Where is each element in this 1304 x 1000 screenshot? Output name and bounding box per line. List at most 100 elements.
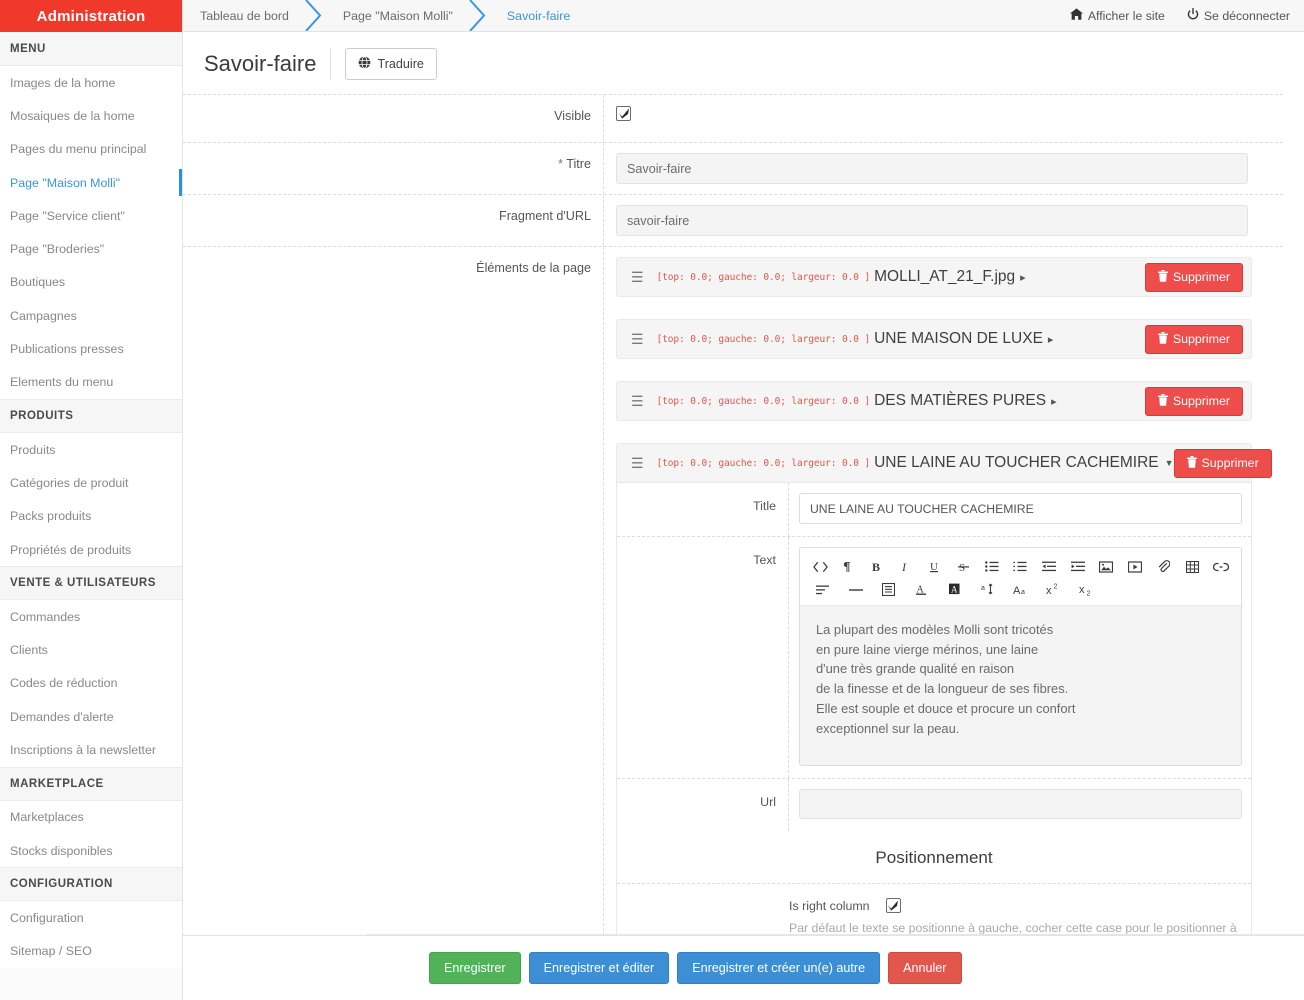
title-label: * Titre: [382, 143, 604, 194]
url-input[interactable]: savoir-faire: [616, 205, 1248, 236]
sidebar-item-propri-t-s-de-produits[interactable]: Propriétés de produits: [0, 532, 182, 567]
video-icon[interactable]: [1121, 555, 1150, 578]
subscript-icon[interactable]: x2: [1070, 578, 1103, 601]
chevron-right-icon[interactable]: ▸: [1020, 271, 1026, 284]
sidebar-item-page-service-client[interactable]: Page "Service client": [0, 199, 182, 233]
title-label-text: Titre: [566, 157, 591, 171]
editor-line: en pure laine vierge mérinos, une laine: [816, 641, 1039, 657]
editor-line: La plupart des modèles Molli sont tricot…: [816, 622, 1054, 637]
save-and-edit-button[interactable]: Enregistrer et éditer: [528, 952, 670, 984]
sidebar-item-inscriptions-la-newsletter[interactable]: Inscriptions à la newsletter: [0, 733, 182, 767]
sidebar-item-clients[interactable]: Clients: [0, 633, 182, 667]
cancel-button[interactable]: Annuler: [888, 952, 962, 984]
attachment-icon[interactable]: [1149, 555, 1178, 578]
font-size-icon[interactable]: Aa: [1004, 578, 1037, 601]
svg-text:2: 2: [1054, 584, 1058, 591]
sidebar-item-commandes[interactable]: Commandes: [0, 600, 182, 634]
view-site-link[interactable]: Afficher le site: [1069, 8, 1165, 23]
save-button[interactable]: Enregistrer: [429, 952, 521, 984]
chevron-right-icon[interactable]: ▸: [1048, 333, 1054, 346]
sidebar-item-campagnes[interactable]: Campagnes: [0, 299, 182, 333]
visible-checkbox[interactable]: [616, 106, 631, 122]
svg-text:x: x: [1046, 585, 1052, 596]
sidebar-item-label: Elements du menu: [10, 375, 114, 390]
sidebar-item-cat-gories-de-produit[interactable]: Catégories de produit: [0, 466, 182, 500]
sidebar-item-stocks-disponibles[interactable]: Stocks disponibles: [0, 833, 182, 868]
underline-icon[interactable]: U: [920, 555, 949, 578]
editor-content[interactable]: La plupart des modèles Molli sont tricot…: [800, 605, 1241, 765]
delete-element-button[interactable]: Supprimer: [1173, 448, 1272, 478]
blockquote-icon[interactable]: [872, 578, 905, 601]
trash-icon: [1157, 269, 1168, 285]
page-element-title: UNE MAISON DE LUXE: [874, 330, 1043, 347]
line-height-icon[interactable]: a: [971, 578, 1004, 601]
sidebar-item-label: Page "Service client": [10, 208, 125, 223]
page-element-row[interactable]: ☰ [top: 0.0; gauche: 0.0; largeur: 0.0 ] U…: [616, 319, 1252, 359]
sidebar-item-publications-presses[interactable]: Publications presses: [0, 332, 182, 366]
drag-handle-icon[interactable]: ☰: [631, 332, 644, 346]
sidebar-item-page-broderies[interactable]: Page "Broderies": [0, 232, 182, 266]
save-and-create-another-button[interactable]: Enregistrer et créer un(e) autre: [677, 952, 881, 984]
unordered-list-icon[interactable]: [978, 555, 1007, 578]
link-icon[interactable]: [1206, 555, 1235, 578]
logout-link[interactable]: Se déconnecter: [1187, 7, 1290, 24]
drag-handle-icon[interactable]: ☰: [631, 456, 644, 470]
italic-icon[interactable]: I: [892, 555, 921, 578]
image-icon[interactable]: [1092, 555, 1121, 578]
detail-row-title: Title UNE LAINE AU TOUCHER CACHEMIRE: [617, 483, 1251, 536]
sidebar-item-configuration[interactable]: Configuration: [0, 901, 182, 935]
page-element-row[interactable]: ☰ [top: 0.0; gauche: 0.0; largeur: 0.0 ] D…: [616, 381, 1252, 421]
sidebar-item-page-maison-molli[interactable]: Page "Maison Molli": [0, 165, 182, 200]
sidebar-group-marketplace: MARKETPLACE: [0, 766, 182, 801]
translate-button[interactable]: Traduire: [345, 48, 437, 80]
detail-url-input[interactable]: [799, 789, 1242, 819]
strikethrough-icon[interactable]: S: [949, 555, 978, 578]
delete-element-button[interactable]: Supprimer: [1144, 262, 1243, 292]
breadcrumb-chevron-icon: [303, 0, 325, 31]
sidebar-item-marketplaces[interactable]: Marketplaces: [0, 800, 182, 834]
table-icon[interactable]: [1178, 555, 1207, 578]
form-footer: Enregistrer Enregistrer et éditer Enregi…: [183, 935, 1304, 1000]
sidebar-item-packs-produits[interactable]: Packs produits: [0, 499, 182, 533]
page-element-row[interactable]: ☰ [top: 0.0; gauche: 0.0; largeur: 0.0 ] M…: [616, 257, 1252, 297]
page-element-row[interactable]: ☰ [top: 0.0; gauche: 0.0; largeur: 0.0 ] U…: [616, 443, 1272, 483]
main-content: Tableau de bord Page "Maison Molli" Savoir…: [183, 0, 1304, 1000]
indent-icon[interactable]: [1063, 555, 1092, 578]
sidebar-item-pages-du-menu-principal[interactable]: Pages du menu principal: [0, 132, 182, 166]
sidebar-item-codes-de-r-duction[interactable]: Codes de réduction: [0, 666, 182, 701]
sidebar-item-demandes-dalerte[interactable]: Demandes d'alerte: [0, 700, 182, 734]
sidebar-item-mosaiques-de-la-home[interactable]: Mosaiques de la home: [0, 99, 182, 133]
delete-element-button[interactable]: Supprimer: [1144, 386, 1243, 416]
superscript-icon[interactable]: x2: [1037, 578, 1070, 601]
sidebar-item-boutiques[interactable]: Boutiques: [0, 265, 182, 300]
chevron-down-icon[interactable]: ▼: [1165, 458, 1174, 468]
breadcrumb-item-1[interactable]: Page "Maison Molli": [325, 0, 467, 31]
paragraph-icon[interactable]: ¶: [835, 555, 864, 578]
right-column-checkbox[interactable]: [885, 898, 901, 913]
page-element-coords: [top: 0.0; gauche: 0.0; largeur: 0.0 ]: [656, 395, 871, 407]
sidebar-item-images-de-la-home[interactable]: Images de la home: [0, 66, 182, 100]
sidebar-item-produits[interactable]: Produits: [0, 432, 182, 467]
align-icon[interactable]: [806, 578, 839, 601]
outdent-icon[interactable]: [1035, 555, 1064, 578]
sidebar-item-sitemap-seo[interactable]: Sitemap / SEO: [0, 934, 182, 968]
visible-label: Visible: [382, 95, 604, 142]
svg-text:2: 2: [1087, 591, 1091, 597]
code-icon[interactable]: [806, 555, 835, 578]
ordered-list-icon[interactable]: [1006, 555, 1035, 578]
horizontal-rule-icon[interactable]: [839, 578, 872, 601]
breadcrumb-item-0[interactable]: Tableau de bord: [183, 0, 303, 31]
bold-icon[interactable]: B: [863, 555, 892, 578]
highlight-icon[interactable]: A: [938, 578, 971, 601]
breadcrumb-item-2[interactable]: Savoir-faire: [489, 0, 584, 31]
element-detail-panel: Title UNE LAINE AU TOUCHER CACHEMIRE Tex…: [616, 483, 1252, 956]
sidebar-item-elements-du-menu[interactable]: Elements du menu: [0, 365, 182, 399]
drag-handle-icon[interactable]: ☰: [631, 394, 644, 408]
delete-element-button[interactable]: Supprimer: [1144, 324, 1243, 354]
chevron-right-icon[interactable]: ▸: [1051, 395, 1057, 408]
drag-handle-icon[interactable]: ☰: [631, 270, 644, 284]
text-color-icon[interactable]: A: [905, 578, 938, 601]
detail-title-input[interactable]: UNE LAINE AU TOUCHER CACHEMIRE: [799, 493, 1242, 524]
toolbar-row-1: ¶ B IUS: [806, 555, 1235, 578]
title-input[interactable]: Savoir-faire: [616, 153, 1248, 184]
